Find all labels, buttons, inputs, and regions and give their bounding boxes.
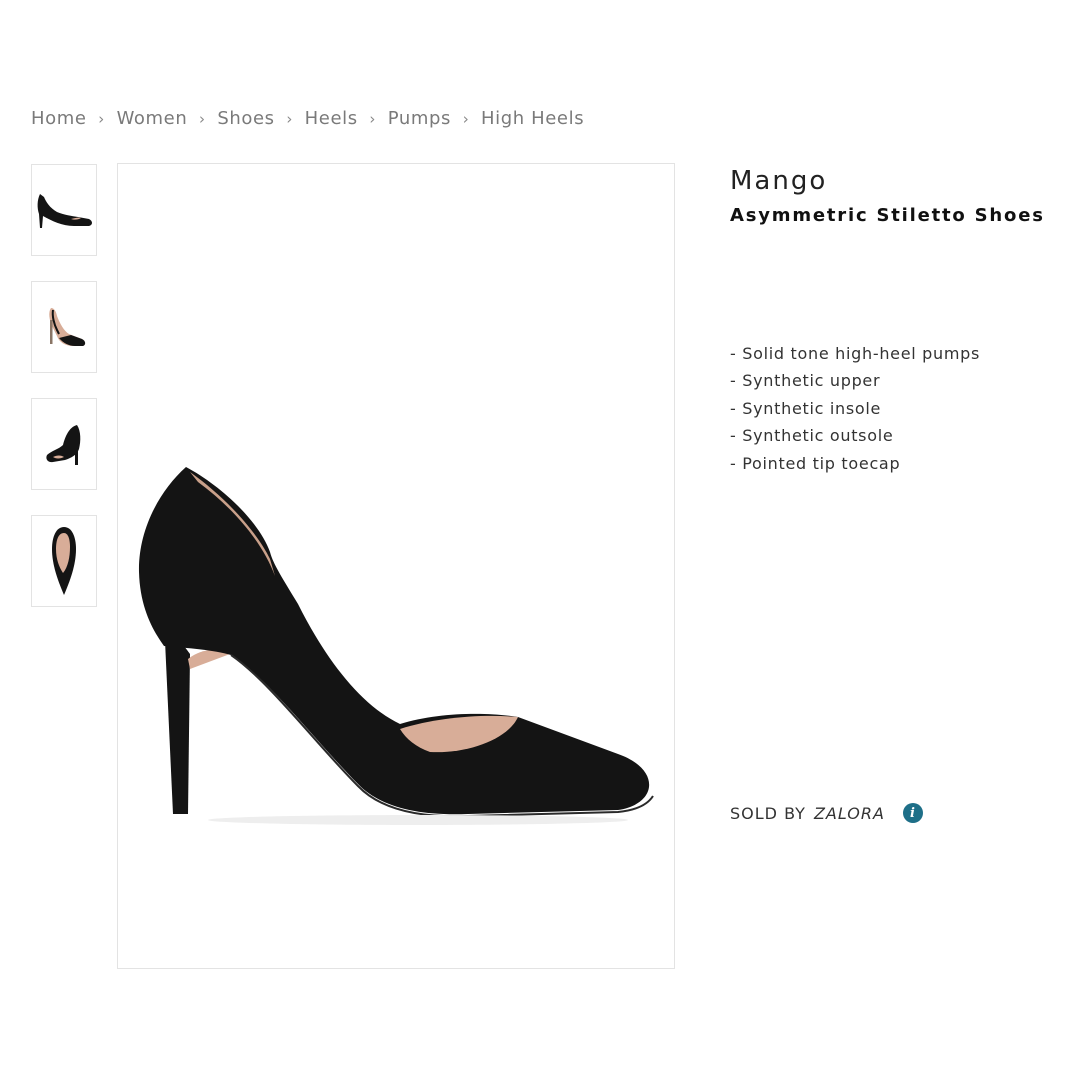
- info-icon[interactable]: i: [902, 803, 923, 823]
- seller-name[interactable]: ZALORA: [814, 804, 885, 823]
- breadcrumb-home[interactable]: Home: [31, 108, 87, 129]
- shoe-top-thumbnail-image: [52, 527, 76, 595]
- breadcrumb-pumps[interactable]: Pumps: [388, 108, 451, 129]
- feature-item: - Pointed tip toecap: [730, 453, 901, 473]
- breadcrumb-shoes[interactable]: Shoes: [217, 108, 274, 129]
- feature-item: - Synthetic insole: [730, 398, 882, 418]
- thumbnail-top-view[interactable]: [31, 515, 97, 607]
- chevron-right-icon: ›: [286, 109, 293, 128]
- chevron-right-icon: ›: [98, 109, 105, 128]
- brand-name[interactable]: Mango: [730, 166, 827, 196]
- product-page: Home › Women › Shoes › Heels › Pumps › H…: [0, 0, 1080, 1080]
- breadcrumb: Home › Women › Shoes › Heels › Pumps › H…: [31, 108, 584, 129]
- shadow: [208, 815, 628, 825]
- shoe-main-image: [138, 467, 654, 825]
- main-product-image[interactable]: [117, 163, 675, 969]
- feature-item: - Synthetic outsole: [730, 426, 894, 446]
- shoe-upper: [138, 467, 650, 815]
- breadcrumb-high-heels[interactable]: High Heels: [481, 108, 584, 129]
- chevron-right-icon: ›: [462, 109, 470, 128]
- thumbnail-front-view[interactable]: [31, 281, 97, 373]
- chevron-right-icon: ›: [369, 109, 377, 128]
- shoe-back-thumbnail-image: [46, 425, 81, 465]
- breadcrumb-women[interactable]: Women: [117, 108, 188, 129]
- thumbnail-back-view[interactable]: [31, 398, 97, 490]
- product-title: Asymmetric Stiletto Shoes: [730, 205, 1045, 226]
- thumbnail-gallery: [31, 164, 97, 632]
- sold-by-row: SOLD BY ZALORA i: [730, 803, 923, 823]
- product-features: - Solid tone high-heel pumps - Synthetic…: [730, 340, 980, 477]
- feature-item: - Solid tone high-heel pumps: [730, 344, 981, 363]
- shoe-side-thumbnail-image: [37, 194, 92, 228]
- feature-item: - Synthetic upper: [730, 371, 881, 391]
- chevron-right-icon: ›: [199, 109, 206, 128]
- thumbnail-side-view[interactable]: [31, 164, 97, 256]
- shoe-front-thumbnail-image: [49, 308, 86, 346]
- heel: [164, 619, 190, 814]
- breadcrumb-heels[interactable]: Heels: [305, 108, 358, 129]
- sold-by-label: SOLD BY: [730, 803, 806, 823]
